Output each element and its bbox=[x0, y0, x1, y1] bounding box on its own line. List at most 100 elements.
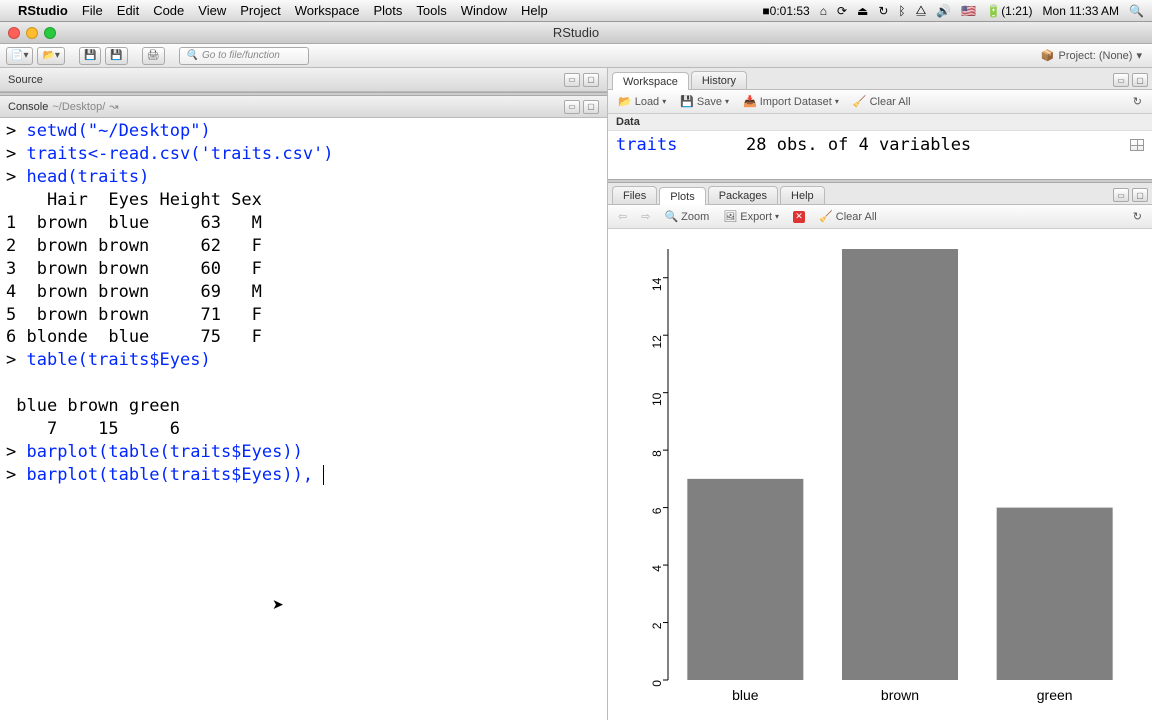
source-pane-label: Source bbox=[8, 74, 43, 86]
workspace-body: traits 28 obs. of 4 variables bbox=[608, 131, 1152, 179]
app-name[interactable]: RStudio bbox=[18, 3, 68, 18]
sync-icon[interactable]: ⟳ bbox=[837, 4, 847, 18]
bluetooth-icon[interactable]: ᛒ bbox=[898, 4, 905, 18]
svg-text:brown: brown bbox=[881, 687, 919, 703]
console-maximize-button[interactable]: ▢ bbox=[583, 100, 599, 114]
plots-toolbar: ⇦ ⇨ 🔍Zoom 🖼Export▾ ✕ 🧹Clear All ↻ bbox=[608, 205, 1152, 229]
plot-export-button[interactable]: 🖼Export▾ bbox=[719, 209, 783, 224]
svg-text:12: 12 bbox=[650, 335, 664, 349]
import-icon: 📥 bbox=[743, 95, 757, 108]
menu-view[interactable]: View bbox=[198, 3, 226, 18]
plots-pane: Files Plots Packages Help ▭ ▢ ⇦ ⇨ 🔍Zoom … bbox=[608, 183, 1152, 720]
console-pop-out-icon[interactable]: ↝ bbox=[109, 100, 118, 113]
workspace-collapse-button[interactable]: ▭ bbox=[1113, 73, 1129, 87]
menu-plots[interactable]: Plots bbox=[373, 3, 402, 18]
workspace-maximize-button[interactable]: ▢ bbox=[1132, 73, 1148, 87]
print-button[interactable]: 🖨 bbox=[142, 47, 165, 65]
window-titlebar: RStudio bbox=[0, 22, 1152, 44]
open-file-button[interactable]: 📂▾ bbox=[37, 47, 64, 65]
plot-next-button[interactable]: ⇨ bbox=[637, 209, 654, 224]
workspace-save-button[interactable]: 💾Save▾ bbox=[676, 94, 733, 109]
arrow-right-icon: ⇨ bbox=[641, 210, 650, 223]
dropbox-icon[interactable]: ⌂ bbox=[820, 4, 827, 18]
workspace-pane: Workspace History ▭ ▢ 📂Load▾ 💾Save▾ 📥Imp… bbox=[608, 68, 1152, 179]
console-collapse-button[interactable]: ▭ bbox=[564, 100, 580, 114]
svg-text:blue: blue bbox=[732, 687, 759, 703]
plot-canvas: 02468101214bluebrowngreen bbox=[608, 229, 1152, 720]
plots-collapse-button[interactable]: ▭ bbox=[1113, 188, 1129, 202]
tab-history[interactable]: History bbox=[691, 71, 747, 89]
tab-files[interactable]: Files bbox=[612, 186, 657, 204]
workspace-import-button[interactable]: 📥Import Dataset▾ bbox=[739, 94, 843, 109]
delete-icon: ✕ bbox=[793, 211, 805, 223]
arrow-left-icon: ⇦ bbox=[618, 210, 627, 223]
wifi-icon[interactable]: ⧋ bbox=[916, 3, 927, 18]
console-working-dir: ~/Desktop/ bbox=[52, 101, 105, 113]
clock[interactable]: Mon 11:33 AM bbox=[1043, 4, 1120, 18]
window-title: RStudio bbox=[553, 25, 599, 40]
menu-window[interactable]: Window bbox=[461, 3, 507, 18]
workspace-refresh-button[interactable]: ↻ bbox=[1129, 94, 1146, 109]
save-button[interactable]: 💾 bbox=[79, 47, 101, 65]
workspace-row-traits[interactable]: traits 28 obs. of 4 variables bbox=[616, 135, 1144, 155]
input-source-icon[interactable]: 🇺🇸 bbox=[961, 4, 976, 18]
zoom-window-button[interactable] bbox=[44, 27, 56, 39]
plot-zoom-button[interactable]: 🔍Zoom bbox=[660, 209, 713, 224]
zoom-icon: 🔍 bbox=[664, 210, 678, 223]
svg-text:8: 8 bbox=[650, 450, 664, 457]
menu-file[interactable]: File bbox=[82, 3, 103, 18]
refresh-icon[interactable]: ↻ bbox=[878, 4, 888, 18]
console-pane: Console ~/Desktop/ ↝ ▭ ▢ > setwd("~/Desk… bbox=[0, 96, 607, 720]
volume-icon[interactable]: 🔊 bbox=[936, 4, 951, 18]
close-window-button[interactable] bbox=[8, 27, 20, 39]
menu-workspace[interactable]: Workspace bbox=[295, 3, 360, 18]
battery-icon[interactable]: 🔋 (1:21) bbox=[986, 4, 1032, 18]
mouse-cursor-icon: ➤ bbox=[272, 596, 284, 613]
project-icon: 📦 bbox=[1041, 49, 1055, 62]
plots-maximize-button[interactable]: ▢ bbox=[1132, 188, 1148, 202]
view-data-icon[interactable] bbox=[1130, 139, 1144, 151]
plots-tabs: Files Plots Packages Help ▭ ▢ bbox=[608, 183, 1152, 205]
menu-help[interactable]: Help bbox=[521, 3, 548, 18]
new-file-button[interactable]: 📄▾ bbox=[6, 47, 33, 65]
plot-delete-button[interactable]: ✕ bbox=[789, 210, 809, 224]
workspace-load-button[interactable]: 📂Load▾ bbox=[614, 94, 670, 109]
workspace-clear-button[interactable]: 🧹Clear All bbox=[849, 94, 915, 109]
workspace-tabs: Workspace History ▭ ▢ bbox=[608, 68, 1152, 90]
svg-text:4: 4 bbox=[650, 565, 664, 572]
broom-icon: 🧹 bbox=[853, 95, 867, 108]
menu-code[interactable]: Code bbox=[153, 3, 184, 18]
broom-icon: 🧹 bbox=[819, 210, 833, 223]
svg-text:14: 14 bbox=[650, 277, 664, 291]
spotlight-icon[interactable]: 🔍 bbox=[1129, 4, 1144, 18]
refresh-icon: ↻ bbox=[1133, 95, 1142, 108]
minimize-window-button[interactable] bbox=[26, 27, 38, 39]
tab-help[interactable]: Help bbox=[780, 186, 825, 204]
plot-prev-button[interactable]: ⇦ bbox=[614, 209, 631, 224]
plot-refresh-button[interactable]: ↻ bbox=[1129, 209, 1146, 224]
goto-file-function-input[interactable]: 🔍 Go to file/function bbox=[179, 47, 309, 65]
tab-workspace[interactable]: Workspace bbox=[612, 72, 689, 90]
chevron-down-icon: ▾ bbox=[1136, 49, 1142, 62]
workspace-var-name: traits bbox=[616, 135, 746, 155]
workspace-section-data: Data bbox=[608, 114, 1152, 131]
tab-packages[interactable]: Packages bbox=[708, 186, 778, 204]
source-maximize-button[interactable]: ▢ bbox=[583, 73, 599, 87]
plot-clear-all-button[interactable]: 🧹Clear All bbox=[815, 209, 881, 224]
save-all-button[interactable]: 💾 bbox=[105, 47, 127, 65]
eject-icon[interactable]: ⏏ bbox=[857, 4, 868, 18]
open-icon: 📂 bbox=[618, 95, 632, 108]
tab-plots[interactable]: Plots bbox=[659, 187, 705, 205]
console-output[interactable]: > setwd("~/Desktop") > traits<-read.csv(… bbox=[0, 118, 607, 720]
source-collapse-button[interactable]: ▭ bbox=[564, 73, 580, 87]
svg-text:2: 2 bbox=[650, 622, 664, 629]
menu-tools[interactable]: Tools bbox=[416, 3, 446, 18]
console-pane-label: Console bbox=[8, 101, 48, 113]
menu-project[interactable]: Project bbox=[240, 3, 280, 18]
menu-edit[interactable]: Edit bbox=[117, 3, 139, 18]
svg-text:6: 6 bbox=[650, 507, 664, 514]
svg-text:10: 10 bbox=[650, 392, 664, 406]
screen-record-icon[interactable]: ■ 0:01:53 bbox=[762, 4, 809, 18]
project-picker[interactable]: 📦 Project: (None) ▾ bbox=[1037, 49, 1146, 62]
console-pane-header: Console ~/Desktop/ ↝ ▭ ▢ bbox=[0, 96, 607, 118]
